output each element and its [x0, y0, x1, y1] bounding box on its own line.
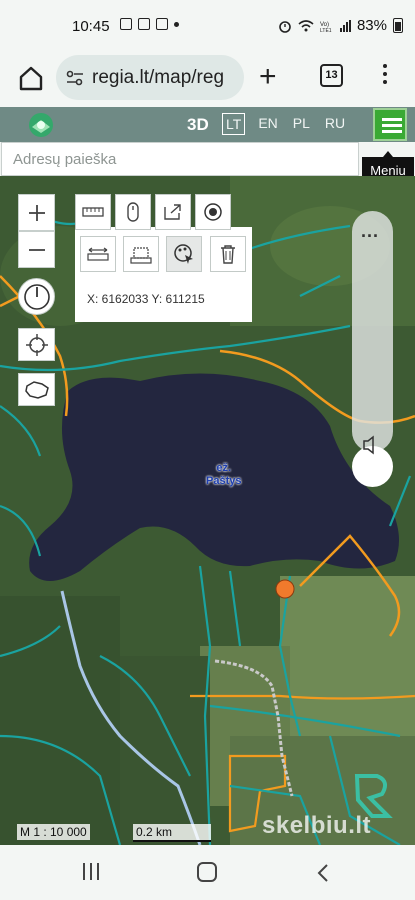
lang-pl[interactable]: PL: [291, 113, 312, 135]
measure-line-button[interactable]: [80, 236, 116, 272]
battery-icon: [393, 18, 403, 33]
lake-label-name: Paštys: [206, 475, 242, 487]
ruler-icon: [82, 207, 104, 217]
back-icon[interactable]: [316, 863, 330, 883]
alarm-icon: [279, 20, 291, 33]
svg-text:LTE1: LTE1: [320, 28, 332, 32]
notification-dot-icon: [174, 22, 179, 27]
lang-ru[interactable]: RU: [323, 113, 347, 135]
compass-icon: [23, 283, 50, 310]
map-scale: M 1 : 10 000: [17, 824, 90, 840]
status-bar: 10:45 Vo) LTE1 83%: [0, 0, 415, 52]
volte-icon: Vo)LTE1: [320, 22, 332, 32]
map-header: 3D LT EN PL RU: [0, 107, 415, 142]
crosshair-icon: [25, 333, 48, 356]
style-tool-button[interactable]: [166, 236, 202, 272]
menu-button[interactable]: [373, 108, 407, 141]
coordinates-readout: X: 6162033 Y: 611215: [87, 292, 205, 306]
share-icon: [164, 204, 181, 220]
android-nav-bar: [0, 845, 415, 900]
layer-opacity-slider[interactable]: ...: [352, 211, 393, 487]
url-text: regia.lt/map/reg: [92, 66, 225, 88]
recent-apps-icon[interactable]: [83, 863, 99, 880]
photo-icon: [120, 18, 132, 30]
distance-scale-bar: 0.2 km: [133, 824, 211, 842]
palette-cursor-icon: [174, 244, 193, 264]
mouse-icon: [127, 202, 139, 222]
measure-area-button[interactable]: [123, 236, 159, 272]
share-export-button[interactable]: [155, 194, 191, 230]
tab-switcher-button[interactable]: 13: [320, 64, 343, 87]
signal-icon: [339, 19, 351, 32]
status-left-icons: [120, 18, 179, 30]
country-outline-icon: [24, 380, 49, 399]
lake-label-prefix: ež.: [216, 462, 232, 474]
point-tool-button[interactable]: [195, 194, 231, 230]
status-time: 10:45: [72, 18, 110, 35]
minus-icon: [28, 248, 45, 251]
slider-more-icon[interactable]: ...: [361, 222, 379, 240]
calendar-icon: [156, 18, 168, 30]
browser-toolbar: regia.lt/map/reg + 13: [0, 52, 415, 107]
home-icon[interactable]: [17, 64, 45, 92]
battery-percent: 83%: [356, 17, 387, 34]
measure-line-icon: [87, 247, 109, 261]
home-nav-icon[interactable]: [197, 862, 217, 882]
zoom-out-button[interactable]: [18, 231, 55, 268]
url-bar[interactable]: regia.lt/map/reg: [56, 55, 244, 100]
volume-icon: [363, 435, 374, 455]
3d-toggle-button[interactable]: 3D: [187, 115, 209, 135]
zoom-in-button[interactable]: [18, 194, 55, 231]
locate-me-button[interactable]: [18, 328, 55, 361]
site-settings-icon[interactable]: [66, 70, 84, 86]
status-right: Vo) LTE1 83%: [278, 17, 403, 34]
watermark-text: skelbiu.lt: [262, 812, 372, 839]
check-icon: [138, 18, 150, 30]
lake-label: ež. Paštys: [206, 462, 241, 488]
measure-distance-button[interactable]: [75, 194, 111, 230]
language-switcher: LT EN PL RU: [222, 113, 347, 135]
slider-knob[interactable]: [352, 435, 393, 487]
hamburger-icon: [382, 118, 402, 121]
lang-lt[interactable]: LT: [222, 113, 246, 135]
target-point-icon: [204, 203, 222, 221]
lang-en[interactable]: EN: [256, 113, 279, 135]
plus-icon: [28, 204, 45, 221]
mouse-tool-button[interactable]: [115, 194, 151, 230]
compass-button[interactable]: [18, 278, 55, 315]
address-search[interactable]: [1, 142, 359, 176]
more-menu-icon[interactable]: [383, 64, 389, 88]
map-canvas[interactable]: ež. Paštys X: 6162033 Y: 611215 ... skel…: [0, 176, 415, 845]
trash-icon: [221, 245, 235, 264]
wifi-icon: [298, 20, 314, 32]
region-select-button[interactable]: [18, 373, 55, 406]
measure-area-icon: [130, 247, 152, 264]
regia-logo[interactable]: [28, 111, 54, 138]
new-tab-button[interactable]: +: [259, 62, 277, 92]
delete-button[interactable]: [210, 236, 246, 272]
address-search-input[interactable]: [2, 143, 358, 175]
